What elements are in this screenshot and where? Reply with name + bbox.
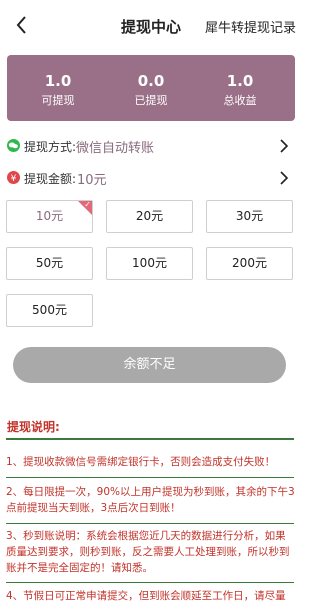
amount-option-200[interactable]: 200元	[206, 247, 293, 280]
amount-option-10[interactable]: 10元 ✓	[6, 200, 93, 233]
withdraw-method-row[interactable]: 提现方式: 微信自动转账	[0, 131, 302, 161]
yen-icon: ¥	[7, 171, 20, 184]
note-item: 4、节假日可正常申请提交，但到账会顺延至工作日，请尽量	[6, 590, 286, 602]
amount-option-500[interactable]: 500元	[6, 294, 93, 327]
notes-title: 提现说明:	[7, 420, 60, 434]
stat-total-label: 总收益	[223, 94, 257, 107]
withdraw-submit-button[interactable]: 余额不足	[13, 347, 286, 383]
amount-option-label: 200元	[232, 256, 267, 270]
note-divider	[6, 523, 294, 524]
amount-option-label: 100元	[132, 256, 167, 270]
stat-total: 1.0 总收益	[195, 71, 285, 109]
withdraw-method-label: 提现方式:	[24, 140, 77, 154]
amount-option-100[interactable]: 100元	[106, 247, 193, 280]
note-divider	[6, 582, 294, 583]
withdraw-amount-label: 提现金额:	[24, 172, 77, 186]
wechat-icon	[7, 139, 20, 152]
amount-option-label: 10元	[35, 209, 64, 223]
navbar: 提现中心 犀牛转提现记录	[0, 0, 302, 50]
amount-option-20[interactable]: 20元	[106, 200, 193, 233]
notes-divider	[6, 438, 294, 440]
check-icon: ✓	[84, 200, 91, 209]
note-item: 1、提现收款微信号需绑定银行卡，否则会造成支付失败！	[6, 456, 276, 468]
withdraw-amount-row[interactable]: ¥ 提现金额: 10元	[0, 163, 302, 193]
amount-option-30[interactable]: 30元	[206, 200, 293, 233]
amount-option-label: 20元	[135, 209, 164, 223]
balance-summary-card: 1.0 可提现 0.0 已提现 1.0 总收益	[7, 55, 295, 121]
note-divider	[6, 477, 294, 478]
svg-text:¥: ¥	[11, 174, 17, 184]
amount-option-label: 500元	[32, 303, 67, 317]
amount-option-50[interactable]: 50元	[6, 247, 93, 280]
withdraw-amount-value: 10元	[77, 173, 107, 188]
chevron-right-icon	[280, 171, 289, 185]
chevron-right-icon	[280, 139, 289, 153]
amount-option-label: 50元	[35, 256, 64, 270]
amount-option-label: 30元	[235, 209, 264, 223]
withdraw-method-value: 微信自动转账	[76, 141, 155, 156]
stat-available-value: 1.0	[44, 72, 72, 90]
stat-available: 1.0 可提现	[13, 71, 103, 109]
note-item: 2、每日限提一次，90%以上用户提现为秒到账，其余的下午3点前提现当天到账，3点…	[6, 486, 295, 514]
note-item: 3、秒到账说明：系统会根据您近几天的数据进行分析，如果质量达到要求，则秒到账，反…	[6, 530, 290, 574]
withdraw-records-link[interactable]: 犀牛转提现记录	[205, 17, 296, 36]
stat-withdrawn-label: 已提现	[134, 94, 168, 107]
stat-available-label: 可提现	[41, 94, 75, 107]
stat-withdrawn: 0.0 已提现	[106, 71, 196, 109]
stat-total-value: 1.0	[226, 72, 254, 90]
stat-withdrawn-value: 0.0	[137, 72, 165, 90]
